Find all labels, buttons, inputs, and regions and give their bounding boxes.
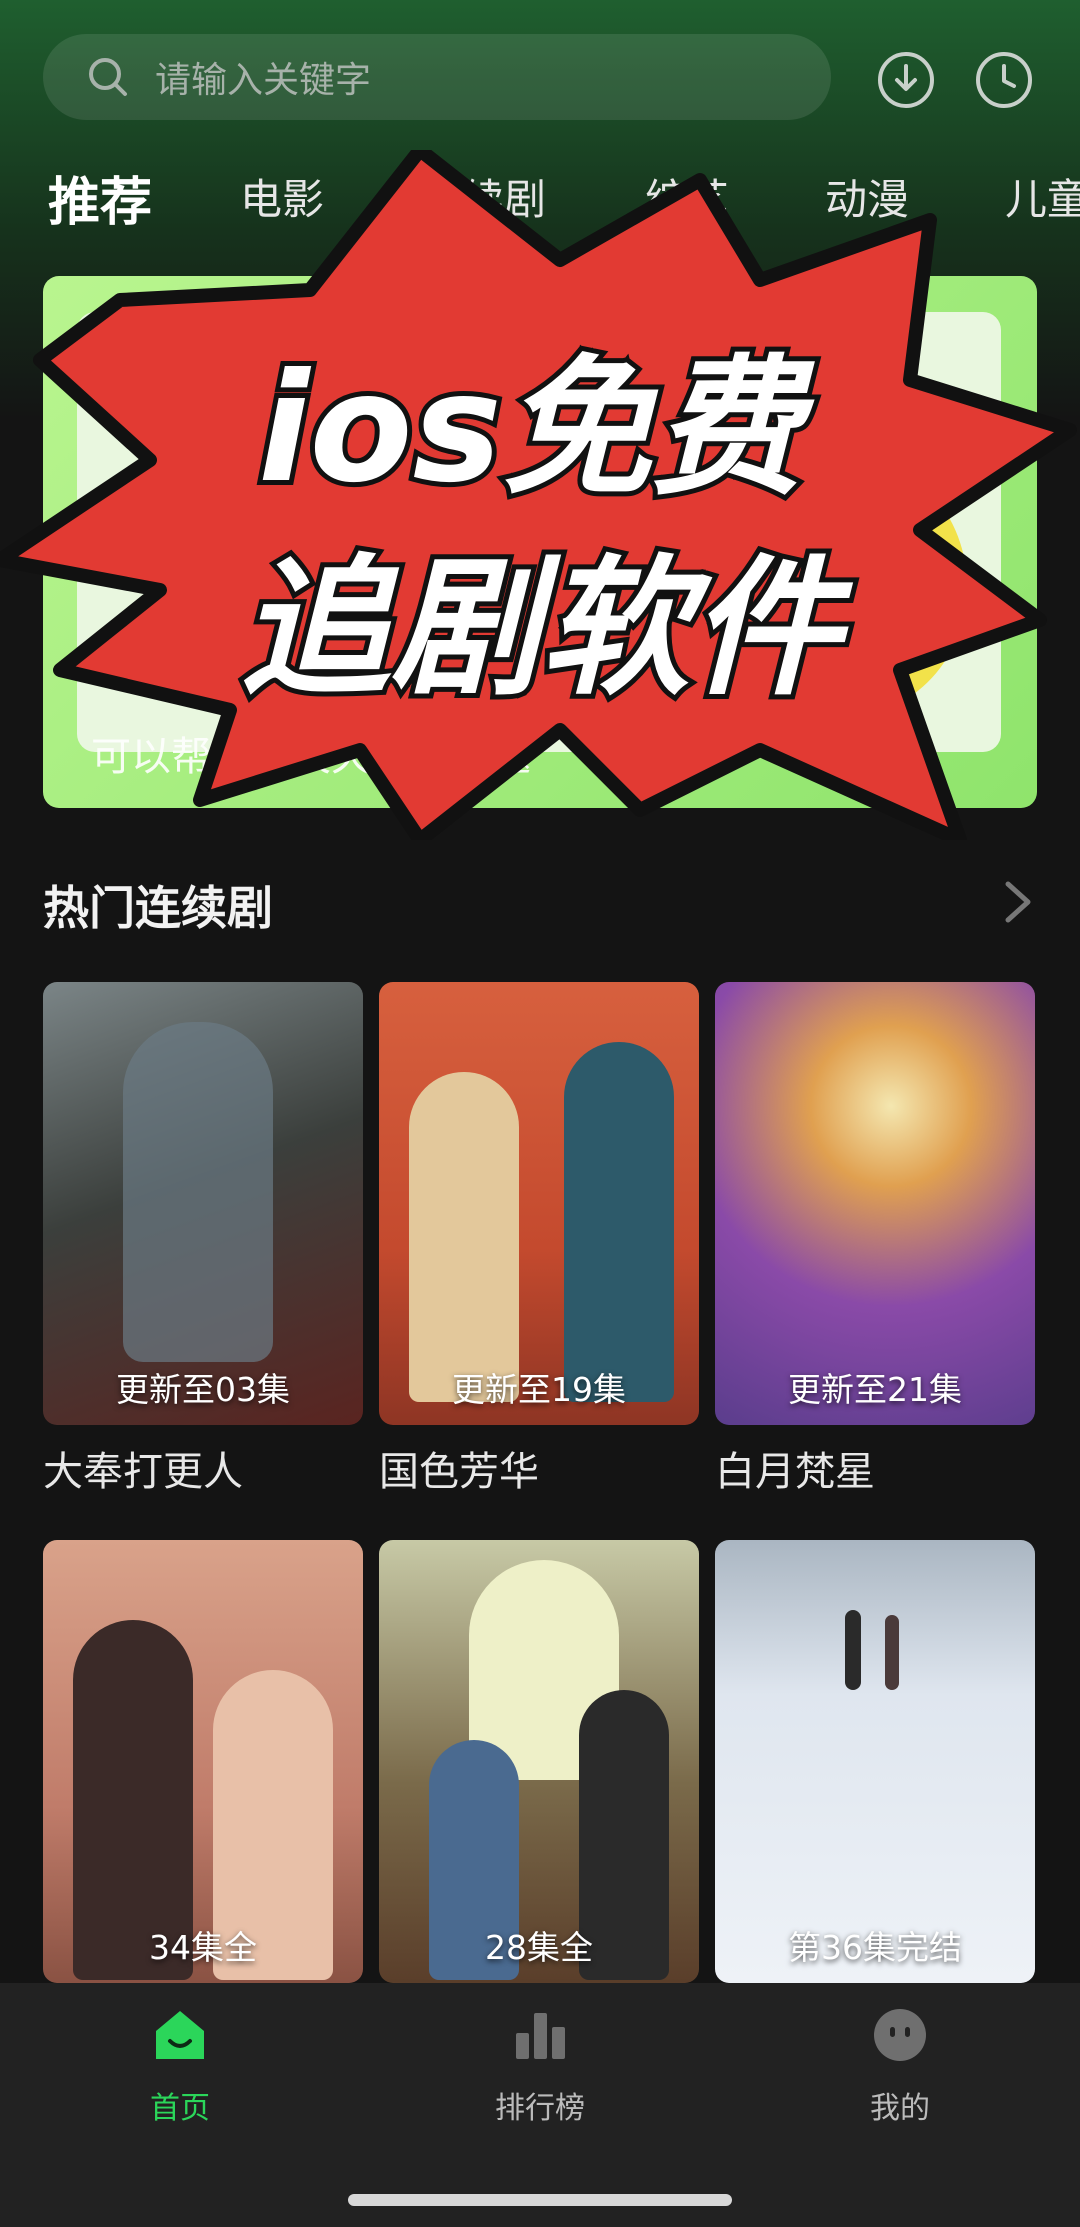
home-icon	[156, 2011, 204, 2059]
show-title: 大奉打更人	[43, 1449, 243, 1495]
poster-image: 更新至19集	[379, 982, 699, 1425]
poster-image: 更新至03集	[43, 982, 363, 1425]
show-card-3[interactable]: 更新至21集 白月梵星	[715, 982, 1035, 1497]
episode-badge: 28集全	[485, 1928, 593, 1967]
poster-figure	[564, 1042, 674, 1402]
poster-image: 28集全	[379, 1540, 699, 1983]
show-card-1[interactable]: 更新至03集 大奉打更人	[43, 982, 363, 1497]
show-card-2[interactable]: 更新至19集 国色芳华	[379, 982, 699, 1497]
show-title: 国色芳华	[379, 1449, 539, 1495]
promo-burst-overlay: ios免费 追剧软件	[0, 150, 1077, 840]
bottom-navigation: 首页 排行榜 我的	[0, 1983, 1080, 2227]
nav-ranking[interactable]: 排行榜	[440, 2005, 640, 2127]
search-placeholder: 请输入关键字	[155, 60, 372, 101]
section-title: 热门连续剧	[43, 881, 273, 935]
home-indicator[interactable]	[348, 2194, 732, 2206]
episode-badge: 更新至21集	[788, 1370, 962, 1409]
chevron-right-icon[interactable]	[1000, 878, 1036, 926]
show-title: 白月梵星	[715, 1449, 875, 1495]
episode-badge: 更新至19集	[452, 1370, 626, 1409]
nav-home-label: 首页	[150, 2091, 210, 2126]
history-clock-icon[interactable]	[974, 50, 1034, 110]
poster-image: 第36集完结	[715, 1540, 1035, 1983]
poster-image: 更新至21集	[715, 982, 1035, 1425]
show-card-5[interactable]: 28集全	[379, 1540, 699, 1983]
overlay-line1: ios免费	[258, 342, 816, 516]
poster-figure	[123, 1022, 273, 1362]
nav-profile-label: 我的	[870, 2091, 930, 2126]
nav-profile[interactable]: 我的	[800, 2005, 1000, 2127]
episode-badge: 更新至03集	[116, 1370, 290, 1409]
poster-figure	[409, 1072, 519, 1402]
ranking-icon	[516, 2013, 565, 2059]
profile-icon	[874, 2009, 926, 2061]
nav-home[interactable]: 首页	[80, 2005, 280, 2127]
episode-badge: 第36集完结	[788, 1928, 962, 1967]
show-card-4[interactable]: 34集全	[43, 1540, 363, 1983]
poster-image: 34集全	[43, 1540, 363, 1983]
show-card-6[interactable]: 第36集完结	[715, 1540, 1035, 1983]
poster-figure	[845, 1610, 861, 1690]
search-icon	[89, 58, 127, 96]
episode-badge: 34集全	[149, 1928, 257, 1967]
search-input[interactable]: 请输入关键字	[43, 34, 831, 120]
poster-figure	[885, 1615, 899, 1690]
overlay-line2: 追剧软件	[240, 542, 854, 716]
download-icon[interactable]	[876, 50, 936, 110]
nav-ranking-label: 排行榜	[495, 2091, 585, 2126]
